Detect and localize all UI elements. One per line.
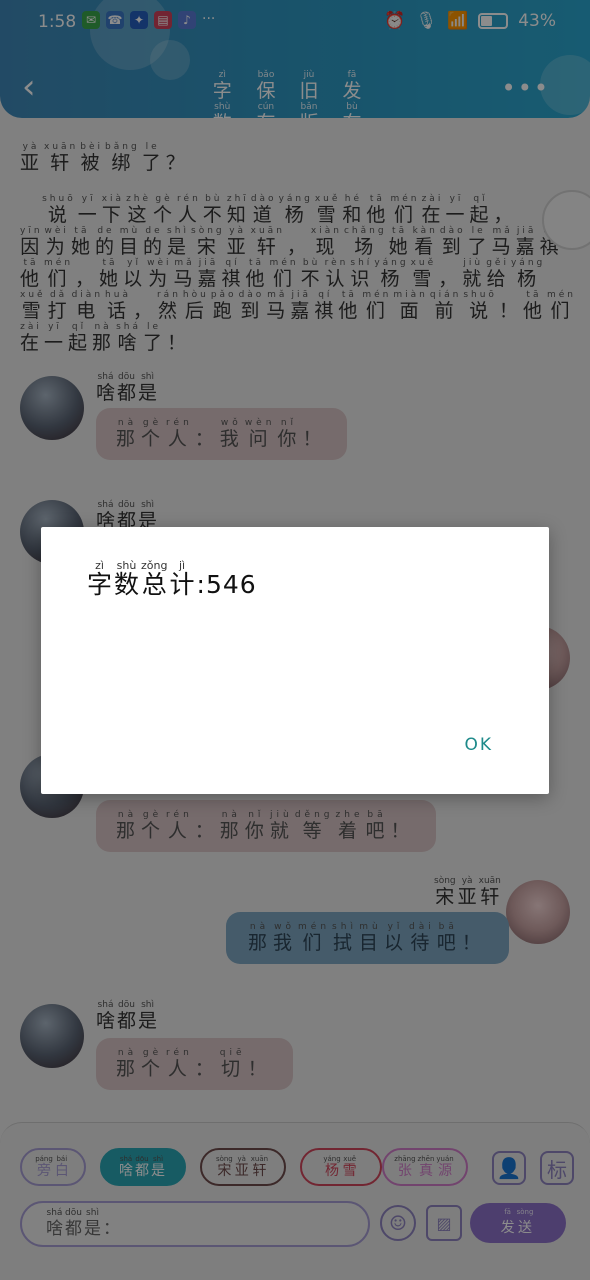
dialog-title-label: zì 字 shù 数 zǒng 总 jì 计	[87, 560, 197, 599]
ruby-char: zǒng 总	[141, 560, 167, 599]
hanzi: 计	[169, 570, 195, 599]
dialog-title: zì 字 shù 数 zǒng 总 jì 计 :546	[87, 560, 257, 599]
word-count-dialog: zì 字 shù 数 zǒng 总 jì 计 :546 OK	[41, 527, 549, 794]
hanzi: 数	[114, 570, 140, 599]
hanzi: 字	[87, 570, 113, 599]
ok-button[interactable]: OK	[464, 735, 493, 755]
ruby-char: jì 计	[169, 560, 195, 599]
hanzi: 总	[141, 570, 167, 599]
ruby-char: zì 字	[87, 560, 113, 599]
ruby-char: shù数	[114, 560, 140, 599]
word-count-value: :546	[196, 570, 257, 599]
